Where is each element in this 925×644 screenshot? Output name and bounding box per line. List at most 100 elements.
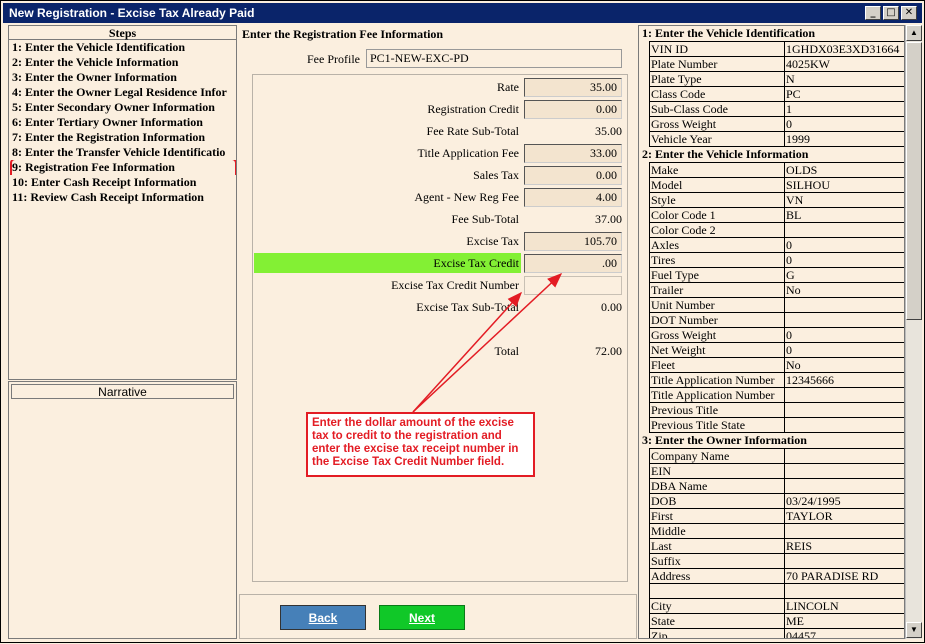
- fee-input[interactable]: 4.00: [524, 188, 622, 207]
- fee-label: Sales Tax: [473, 168, 519, 182]
- step-item[interactable]: 5: Enter Secondary Owner Information: [9, 100, 236, 115]
- fee-input[interactable]: 0.00: [524, 100, 622, 119]
- table-row: Gross Weight 0: [649, 116, 904, 132]
- summary-key: Last: [649, 538, 785, 554]
- summary-key: Unit Number: [649, 297, 785, 313]
- summary-key: Plate Type: [649, 71, 785, 87]
- fee-input[interactable]: 105.70: [524, 232, 622, 251]
- summary-value: No: [784, 357, 904, 373]
- summary-key: Previous Title: [649, 402, 785, 418]
- fee-label: Fee Sub-Total: [451, 212, 519, 226]
- fee-row: Title Application Fee 33.00: [253, 143, 629, 163]
- table-row: Color Code 2: [649, 222, 904, 238]
- summary-value: 0: [784, 252, 904, 268]
- table-row: Suffix: [649, 553, 904, 569]
- summary-value: N: [784, 71, 904, 87]
- steps-list: 1: Enter the Vehicle Identification 2: En…: [9, 40, 236, 205]
- summary-value: [784, 312, 904, 328]
- window-title: New Registration - Excise Tax Already Pa…: [9, 6, 255, 20]
- fee-input[interactable]: 0.00: [524, 166, 622, 185]
- table-row: Sub-Class Code 1: [649, 101, 904, 117]
- fee-row: Agent - New Reg Fee 4.00: [253, 187, 629, 207]
- fee-input[interactable]: 35.00: [524, 78, 622, 97]
- table-row: State ME: [649, 613, 904, 629]
- step-item[interactable]: 2: Enter the Vehicle Information: [9, 55, 236, 70]
- close-button[interactable]: ✕: [901, 6, 917, 20]
- minimize-button[interactable]: _: [865, 6, 881, 20]
- scroll-up-arrow-icon[interactable]: ▲: [906, 25, 922, 41]
- table-row: Fuel Type G: [649, 267, 904, 283]
- fee-label: Excise Tax Sub-Total: [416, 300, 519, 314]
- back-button[interactable]: Back: [280, 605, 366, 630]
- table-row: Net Weight 0: [649, 342, 904, 358]
- scroll-down-arrow-icon[interactable]: ▼: [906, 622, 922, 638]
- table-row: Middle: [649, 523, 904, 539]
- fee-row: Excise Tax Credit Number: [253, 275, 629, 295]
- summary-key: Sub-Class Code: [649, 101, 785, 117]
- summary-value: [784, 583, 904, 599]
- summary-section-title: 3: Enter the Owner Information: [642, 433, 807, 447]
- step-item[interactable]: 10: Enter Cash Receipt Information: [9, 175, 236, 190]
- table-row: DOT Number: [649, 312, 904, 328]
- step-item[interactable]: 7: Enter the Registration Information: [9, 130, 236, 145]
- fee-row: Fee Rate Sub-Total 35.00: [253, 121, 629, 141]
- summary-key: Make: [649, 162, 785, 178]
- summary-section-title: 1: Enter the Vehicle Identification: [642, 26, 816, 40]
- step-item[interactable]: 11: Review Cash Receipt Information: [9, 190, 236, 205]
- summary-value: ME: [784, 613, 904, 629]
- summary-key: Middle: [649, 523, 785, 539]
- fee-profile-field[interactable]: PC1-NEW-EXC-PD: [366, 49, 622, 68]
- next-button[interactable]: Next: [379, 605, 465, 630]
- fee-input[interactable]: 33.00: [524, 144, 622, 163]
- table-row: Model SILHOU: [649, 177, 904, 193]
- maximize-button[interactable]: □: [883, 6, 899, 20]
- table-row: Fleet No: [649, 357, 904, 373]
- fee-label: Excise Tax Credit Number: [391, 278, 519, 292]
- summary-table: Make OLDS Model SILHOU Style VN Color Code 1 BL…: [649, 162, 904, 433]
- step-item[interactable]: 4: Enter the Owner Legal Residence Infor: [9, 85, 236, 100]
- summary-value: [784, 297, 904, 313]
- summary-key: Address: [649, 568, 785, 584]
- summary-value: 0: [784, 237, 904, 253]
- summary-key: First: [649, 508, 785, 524]
- summary-value: [784, 402, 904, 418]
- summary-key: Axles: [649, 237, 785, 253]
- summary-table: Company Name EIN DBA Name DOB 03/24/1995 Firs…: [649, 448, 904, 638]
- summary-key: DBA Name: [649, 478, 785, 494]
- narrative-panel: Narrative: [8, 381, 237, 639]
- summary-value: [784, 478, 904, 494]
- step-item[interactable]: 3: Enter the Owner Information: [9, 70, 236, 85]
- step-item[interactable]: 6: Enter Tertiary Owner Information: [9, 115, 236, 130]
- step-item[interactable]: 1: Enter the Vehicle Identification: [9, 40, 236, 55]
- summary-value: VN: [784, 192, 904, 208]
- app-window: New Registration - Excise Tax Already Pa…: [0, 0, 925, 643]
- fee-input[interactable]: [524, 276, 622, 295]
- summary-value: [784, 448, 904, 464]
- fee-input[interactable]: .00: [524, 254, 622, 273]
- scroll-thumb[interactable]: [906, 42, 922, 320]
- table-row: Gross Weight 0: [649, 327, 904, 343]
- summary-key: Title Application Number: [649, 387, 785, 403]
- summary-key: Plate Number: [649, 56, 785, 72]
- summary-key: Net Weight: [649, 342, 785, 358]
- table-row: Style VN: [649, 192, 904, 208]
- step-item[interactable]: 8: Enter the Transfer Vehicle Identifica…: [9, 145, 236, 160]
- summary-scrollbar[interactable]: ▲ ▼: [905, 25, 922, 639]
- summary-key: Fuel Type: [649, 267, 785, 283]
- summary-key: Gross Weight: [649, 116, 785, 132]
- summary-panel: 1: Enter the Vehicle Identification VIN I…: [638, 25, 905, 639]
- summary-key: Company Name: [649, 448, 785, 464]
- fee-row: Fee Sub-Total 37.00: [253, 209, 629, 229]
- table-row: Tires 0: [649, 252, 904, 268]
- summary-key: Gross Weight: [649, 327, 785, 343]
- steps-panel: Steps 1: Enter the Vehicle Identificatio…: [8, 25, 237, 380]
- summary-value: No: [784, 282, 904, 298]
- summary-key: Suffix: [649, 553, 785, 569]
- summary-value: [784, 553, 904, 569]
- fee-label: Title Application Fee: [417, 146, 519, 160]
- step-item[interactable]: 9: Registration Fee Information: [9, 160, 236, 175]
- table-row: First TAYLOR: [649, 508, 904, 524]
- summary-value: [784, 222, 904, 238]
- summary-key: DOB: [649, 493, 785, 509]
- summary-value: 03/24/1995: [784, 493, 904, 509]
